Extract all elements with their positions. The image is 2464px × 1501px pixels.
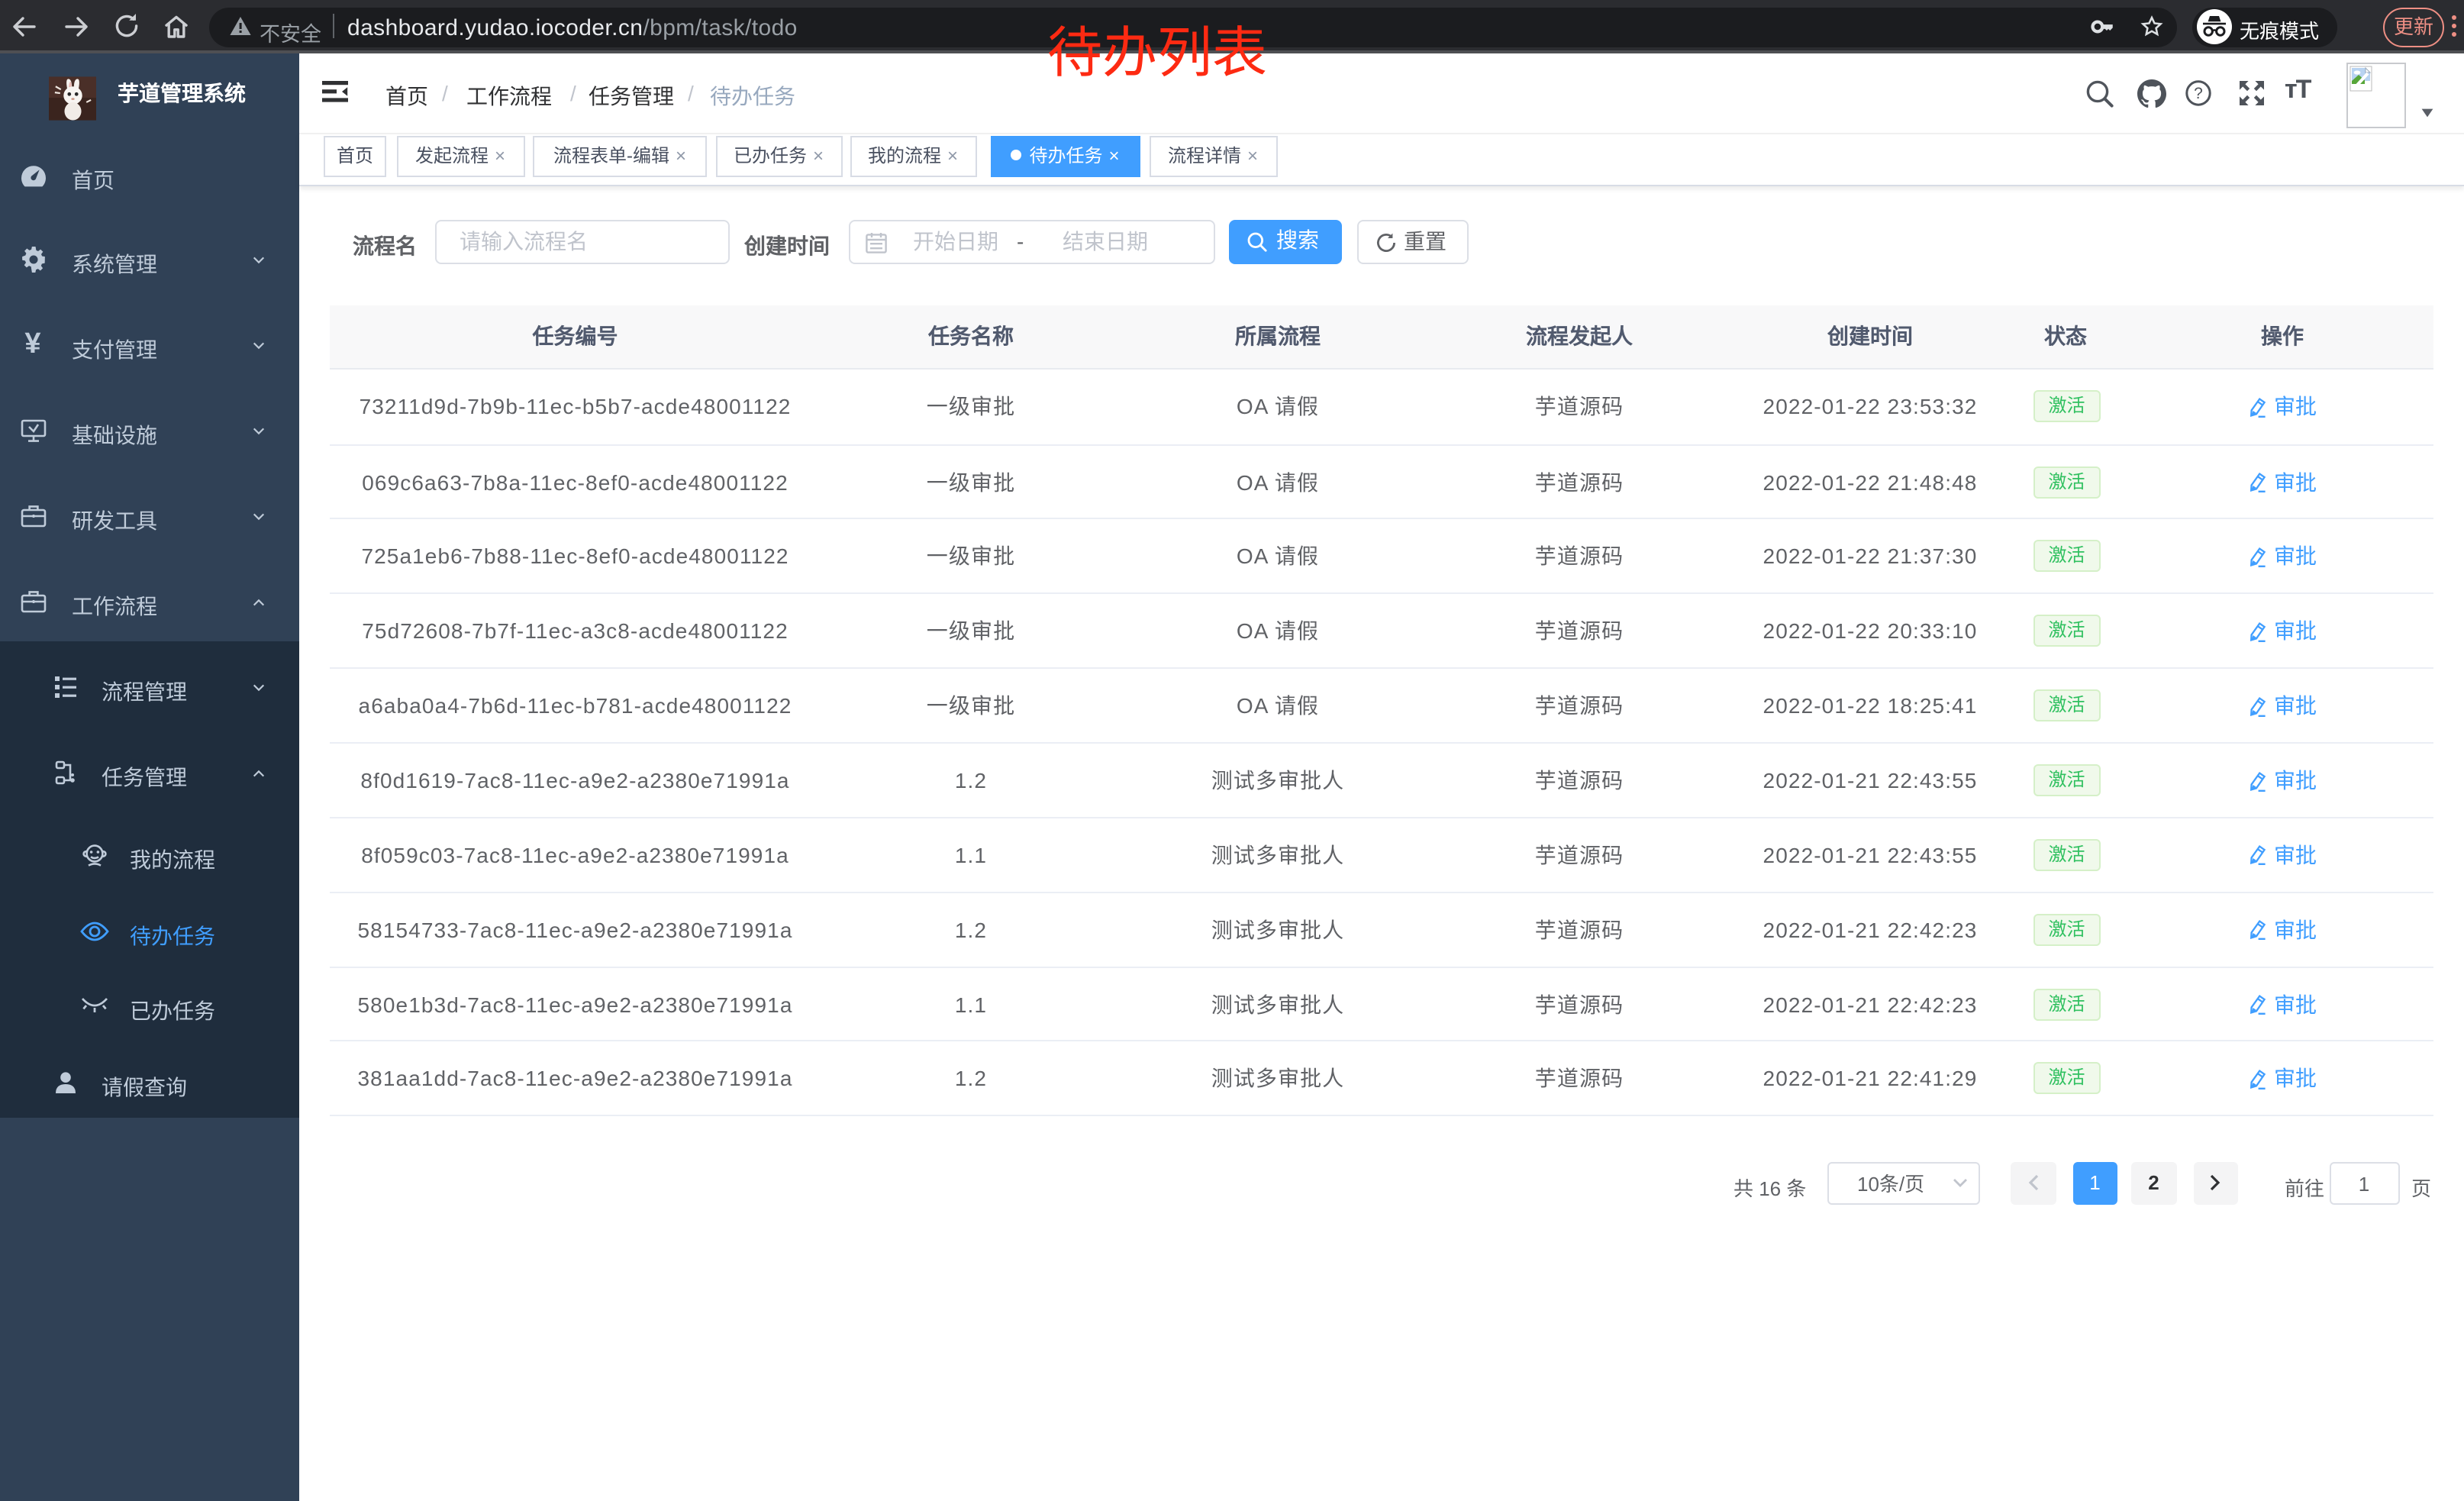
svg-text:?: ? xyxy=(2193,86,2202,103)
